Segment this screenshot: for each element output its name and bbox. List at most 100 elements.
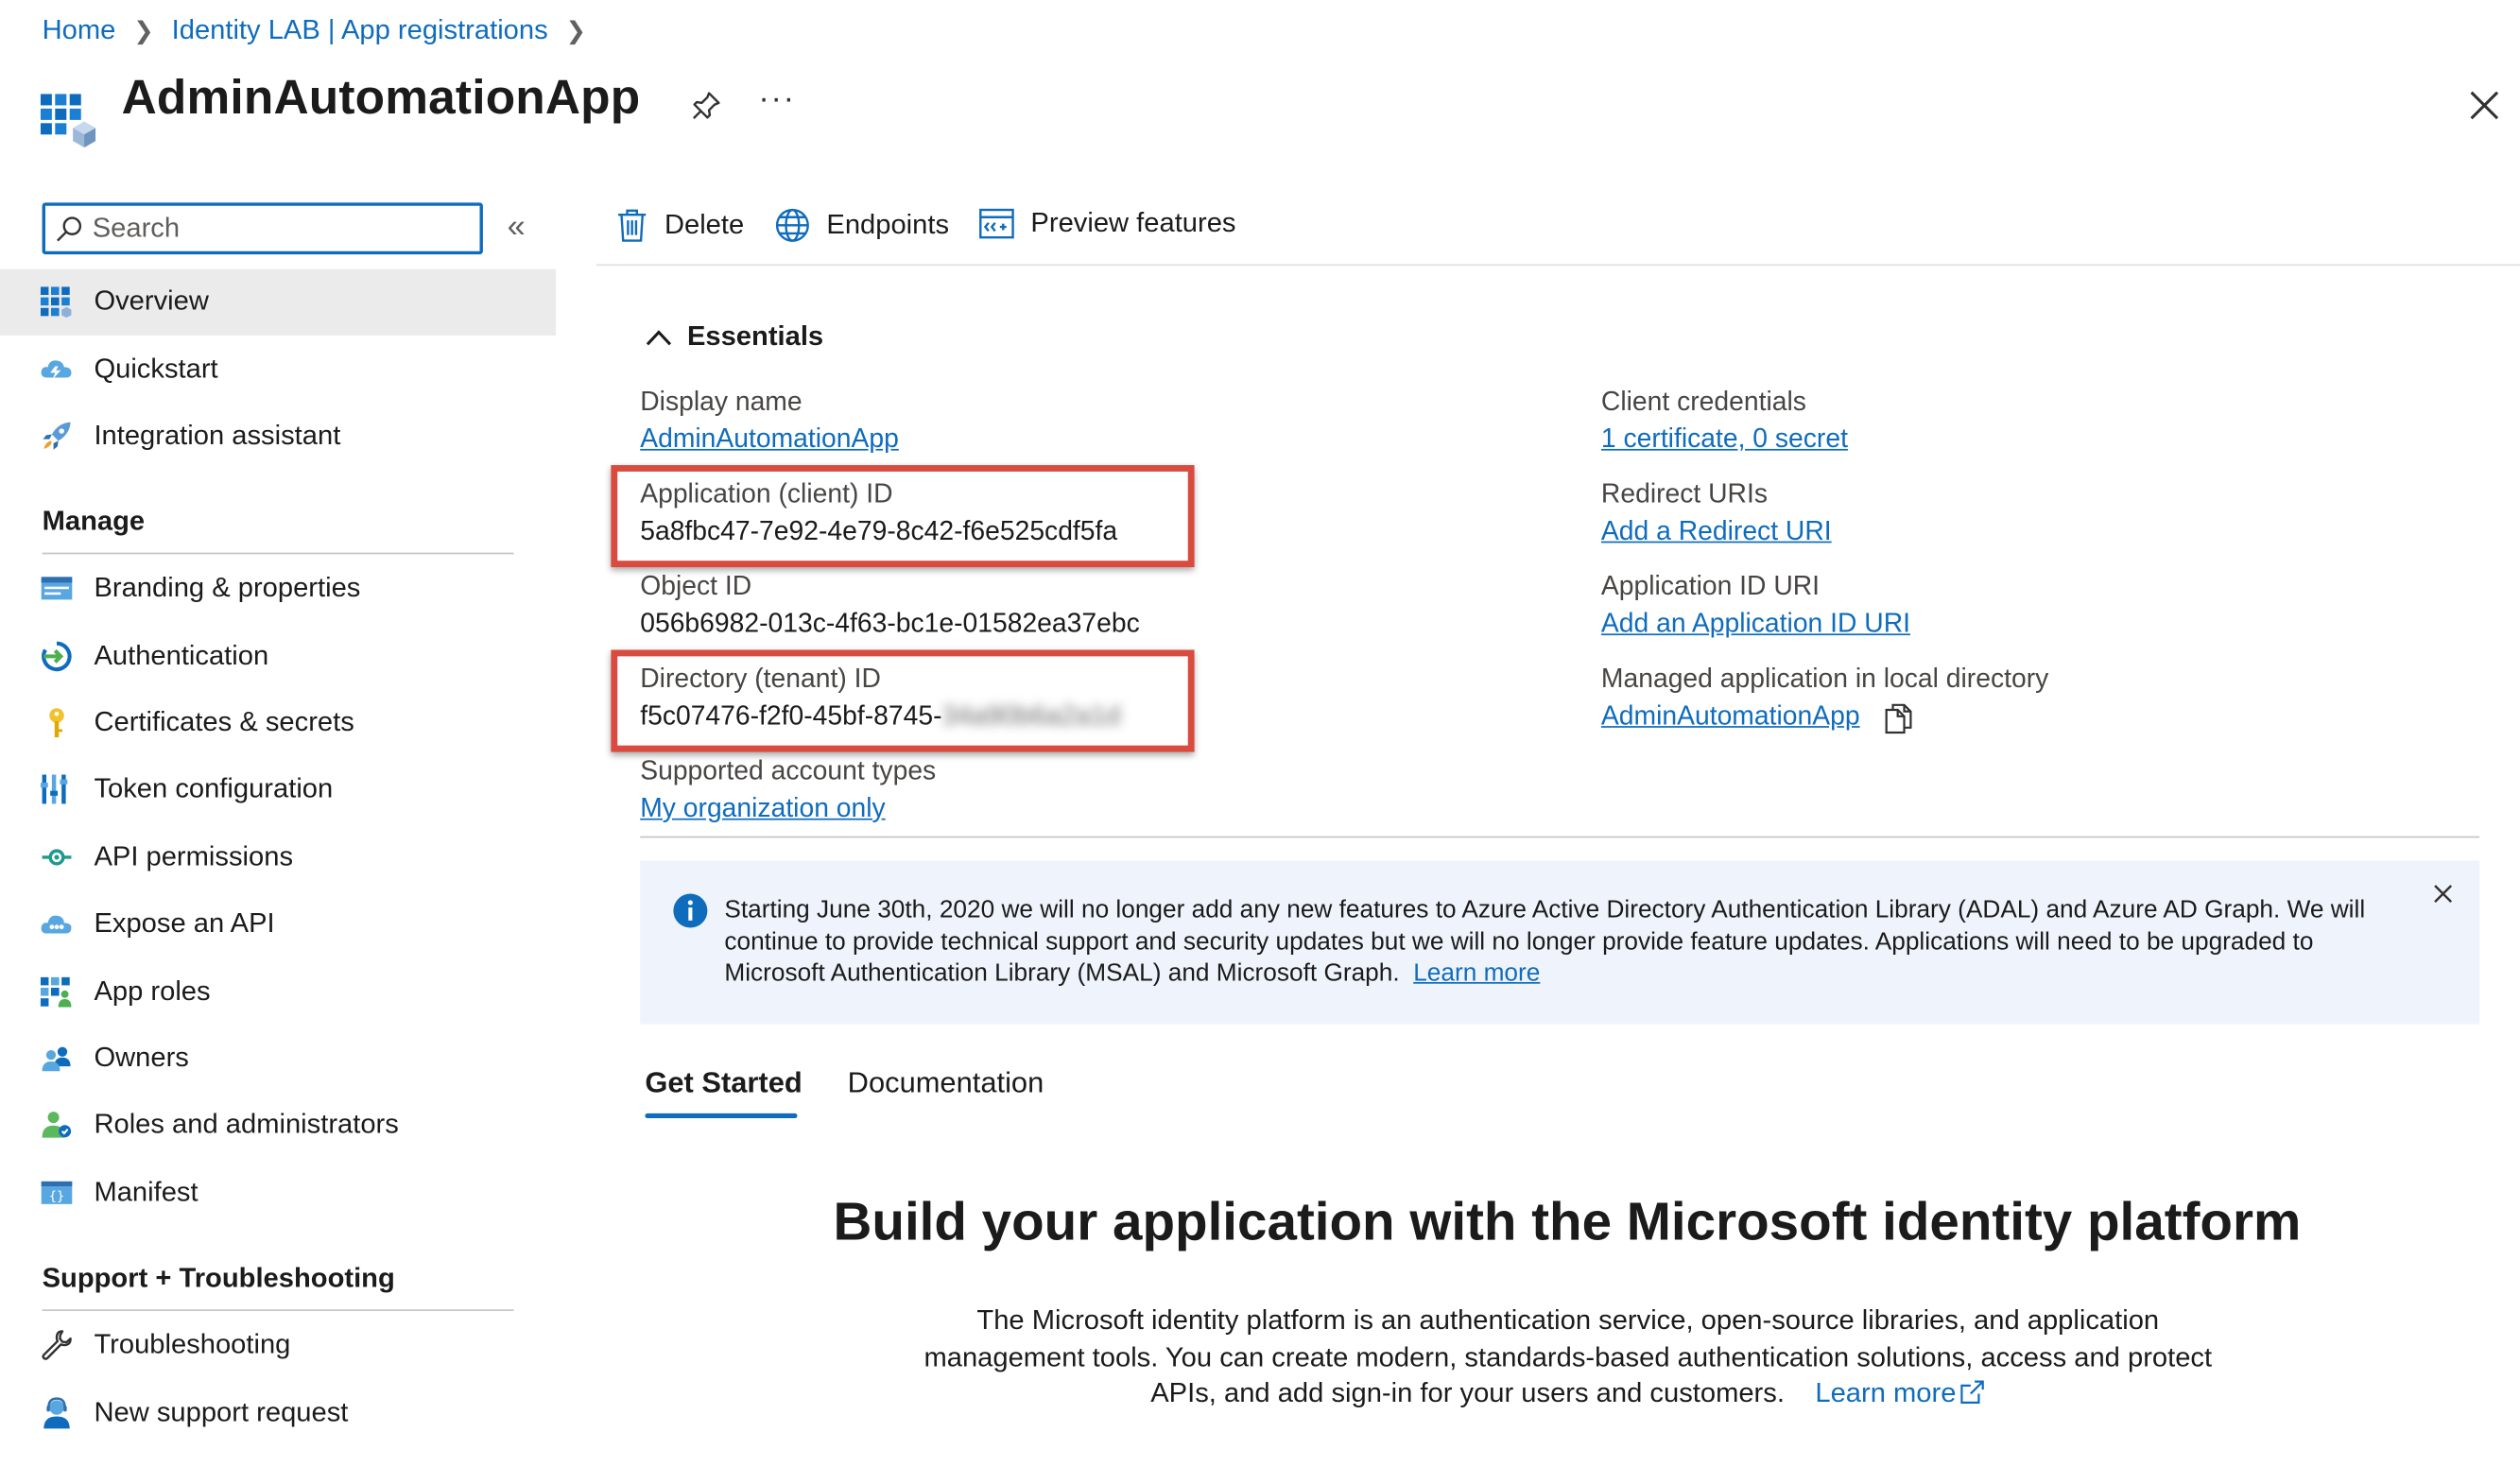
banner-message: Starting June 30th, 2020 we will no long…: [724, 894, 2409, 990]
tab-get-started[interactable]: Get Started: [645, 1066, 802, 1100]
sidebar-item-label: API permissions: [94, 840, 294, 872]
client-credentials-link[interactable]: 1 certificate, 0 secret: [1601, 424, 1848, 456]
essentials-header: Essentials: [686, 320, 824, 353]
account-types-link[interactable]: My organization only: [640, 794, 885, 825]
trash-icon: [618, 209, 647, 242]
sidebar-item-owners[interactable]: Owners: [0, 1026, 556, 1092]
managed-app-label: Managed application in local directory: [1600, 664, 2049, 694]
display-name-link[interactable]: AdminAutomationApp: [640, 424, 899, 456]
client-id-value[interactable]: 5a8fbc47-7e92-4e79-8c42-f6e525cdf5fa: [640, 517, 1117, 548]
owners-icon: [42, 1046, 71, 1072]
managed-app-link[interactable]: AdminAutomationApp: [1601, 701, 1860, 733]
app-registration-blade: Home ❯ Identity LAB | App registrations …: [0, 0, 2520, 1484]
client-credentials-label: Client credentials: [1600, 387, 1806, 417]
display-name-label: Display name: [640, 387, 803, 417]
sidebar-item-branding[interactable]: Branding & properties: [0, 556, 556, 622]
sidebar-item-token-configuration[interactable]: Token configuration: [0, 757, 556, 823]
sidebar-item-quickstart[interactable]: Quickstart: [0, 337, 556, 404]
sidebar-item-troubleshooting[interactable]: Troubleshooting: [0, 1313, 556, 1379]
redirect-uris-link[interactable]: Add a Redirect URI: [1601, 517, 1832, 548]
sidebar-item-label: Manifest: [94, 1176, 198, 1208]
object-id-value[interactable]: 056b6982-013c-4f63-bc1e-01582ea37ebc: [640, 610, 1140, 641]
sidebar-item-app-roles[interactable]: App roles: [0, 959, 556, 1026]
sidebar-item-label: Branding & properties: [94, 572, 361, 603]
adal-deprecation-banner: Starting June 30th, 2020 we will no long…: [640, 860, 2480, 1025]
chevron-up-icon: [646, 329, 672, 345]
breadcrumb-chevron-icon: ❯: [133, 17, 154, 46]
tenant-id-visible: f5c07476-f2f0-45bf-8745-: [640, 701, 942, 732]
sidebar-item-authentication[interactable]: Authentication: [0, 624, 556, 690]
breadcrumb-app-registrations-link[interactable]: Identity LAB | App registrations: [172, 14, 548, 46]
support-person-icon: [43, 1397, 70, 1429]
dismiss-banner-icon[interactable]: [2432, 883, 2453, 904]
hero-description: The Microsoft identity platform is an au…: [923, 1303, 2212, 1413]
banner-text: Starting June 30th, 2020 we will no long…: [724, 896, 2366, 988]
search-icon: [57, 216, 82, 241]
globe-icon: [775, 208, 809, 242]
key-icon: [49, 708, 64, 738]
tab-documentation[interactable]: Documentation: [848, 1066, 1044, 1100]
app-registration-icon: [40, 94, 96, 148]
banner-learn-more-link[interactable]: Learn more: [1413, 959, 1540, 987]
search-input[interactable]: [92, 212, 449, 245]
expose-api-cloud-icon: [41, 915, 72, 934]
sidebar-item-api-permissions[interactable]: API permissions: [0, 825, 556, 891]
preview-features-icon: [979, 208, 1014, 239]
sidebar-group-manage: Manage: [42, 505, 146, 537]
redirect-uris-label: Redirect URIs: [1600, 479, 1769, 509]
sidebar-item-label: Owners: [94, 1042, 189, 1073]
hero-learn-more-link[interactable]: Learn more: [1815, 1378, 1985, 1409]
copy-icon[interactable]: [1885, 703, 1912, 734]
hero-description-wrap: The Microsoft identity platform is an au…: [923, 1303, 2212, 1413]
sidebar-item-manifest[interactable]: {} Manifest: [0, 1161, 556, 1227]
tenant-id-label: Directory (tenant) ID: [640, 664, 881, 694]
command-bar: Delete Endpoints Preview features: [595, 198, 2520, 267]
endpoints-button[interactable]: Endpoints: [775, 207, 949, 243]
account-types-label: Supported account types: [640, 756, 937, 786]
sidebar-item-label: New support request: [94, 1396, 349, 1428]
sidebar-item-label: Roles and administrators: [94, 1108, 399, 1140]
roles-admins-icon: [42, 1112, 72, 1138]
wrench-icon: [42, 1330, 72, 1360]
preview-features-label: Preview features: [1030, 207, 1236, 239]
preview-features-button[interactable]: Preview features: [979, 207, 1236, 239]
hero-description-text: The Microsoft identity platform is an au…: [923, 1304, 2213, 1409]
sidebar-item-expose-api[interactable]: Expose an API: [0, 891, 556, 958]
api-permissions-icon: [42, 849, 72, 866]
essentials-toggle[interactable]: Essentials: [645, 320, 823, 353]
sidebar-item-overview[interactable]: Overview: [0, 268, 557, 336]
app-id-uri-label: Application ID URI: [1600, 572, 1821, 602]
branding-icon: [41, 577, 73, 600]
tenant-id-redacted: 34a90b6a2a1d: [941, 701, 1121, 732]
hero-title-wrap: Build your application with the Microsof…: [596, 1191, 2520, 1252]
hero-learn-more-label: Learn more: [1815, 1378, 1957, 1409]
app-roles-grid-icon: [40, 976, 72, 1008]
sidebar-item-label: Quickstart: [94, 353, 218, 385]
sidebar-item-label: Overview: [94, 285, 209, 317]
sidebar-item-label: Troubleshooting: [94, 1328, 291, 1360]
overview-icon: [40, 286, 72, 319]
sidebar-search-box[interactable]: [42, 202, 483, 255]
tenant-id-value[interactable]: f5c07476-f2f0-45bf-8745-34a90b6a2a1d: [640, 701, 1120, 733]
collapse-sidebar-icon[interactable]: «: [508, 209, 526, 246]
delete-label: Delete: [664, 209, 745, 240]
sidebar-divider: [42, 1309, 514, 1312]
page-title: AdminAutomationApp: [121, 71, 641, 126]
sidebar-item-label: App roles: [94, 975, 211, 1007]
sidebar-item-integration-assistant[interactable]: Integration assistant: [0, 404, 556, 470]
app-id-uri-link[interactable]: Add an Application ID URI: [1601, 610, 1910, 641]
token-bars-icon: [40, 774, 68, 804]
client-id-label: Application (client) ID: [640, 479, 893, 509]
breadcrumb-chevron-icon: ❯: [565, 17, 587, 46]
sidebar-item-new-support-request[interactable]: New support request: [0, 1381, 556, 1447]
external-link-icon: [1960, 1381, 1984, 1405]
pin-icon[interactable]: [690, 89, 722, 121]
close-icon[interactable]: [2466, 88, 2502, 124]
sidebar-item-label: Expose an API: [94, 907, 275, 939]
more-actions-icon[interactable]: ···: [758, 81, 795, 118]
breadcrumb-home-link[interactable]: Home: [43, 14, 116, 46]
sidebar-item-certificates[interactable]: Certificates & secrets: [0, 690, 556, 756]
delete-button[interactable]: Delete: [616, 207, 745, 243]
sidebar-item-label: Authentication: [94, 640, 269, 671]
sidebar-item-roles-and-administrators[interactable]: Roles and administrators: [0, 1093, 556, 1159]
